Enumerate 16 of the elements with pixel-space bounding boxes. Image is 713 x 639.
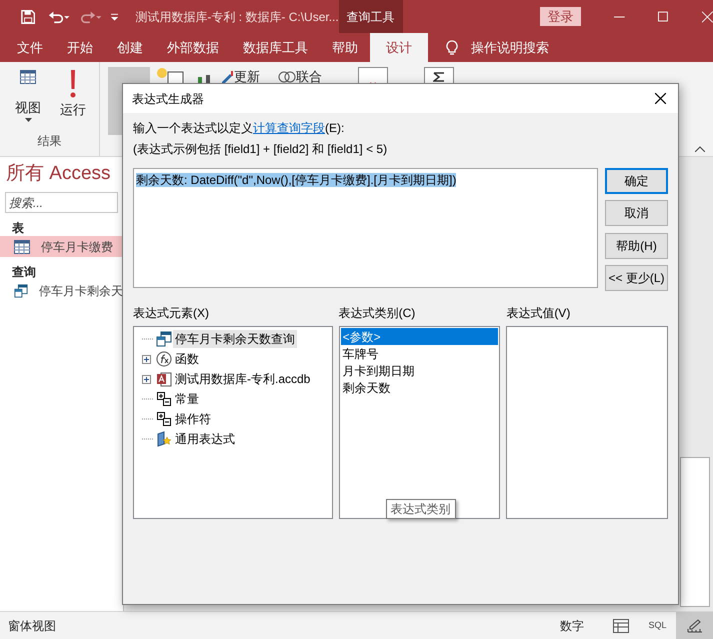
nav-pane-title: 所有 Access	[5, 162, 112, 186]
status-text: 窗体视图	[8, 618, 56, 634]
context-tab-label: 查询工具	[338, 0, 403, 33]
window-title: 测试用数据库-专利 : 数据库- C:\User...	[135, 8, 339, 26]
nav-item-label: 停车月卡剩余天	[39, 282, 123, 300]
pane-label: 表达式类别(C)	[338, 306, 416, 321]
pane-label: 表达式元素(X)	[133, 306, 210, 321]
expression-text: 剩余天数: DateDiff("d",Now(),[停车月卡缴费].[月卡到期日期])	[136, 173, 456, 187]
tooltip: 表达式类别	[386, 499, 456, 519]
dialog-title: 表达式生成器	[132, 90, 204, 108]
instruction-text: 输入一个表达式以定义计算查询字段(E):	[133, 121, 346, 136]
group-label: 结果	[38, 133, 62, 150]
example-text: (表达式示例包括 [field1] + [field2] 和 [field1] < 5)	[133, 142, 388, 157]
nav-item-label: 停车月卡缴费	[41, 238, 113, 256]
num-lock-indicator: 数字	[560, 618, 584, 634]
pane-label: 表达式值(V)	[506, 306, 572, 321]
